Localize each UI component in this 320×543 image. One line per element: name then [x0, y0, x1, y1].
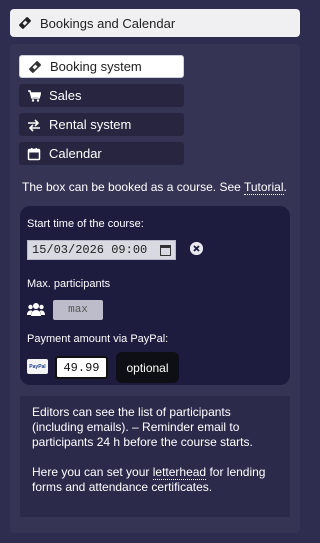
- max-participants-input[interactable]: max: [53, 300, 103, 320]
- max-participants-label: Max. participants: [27, 278, 111, 290]
- info-text: The box can be booked as a course. See T…: [22, 180, 287, 195]
- nav-item-booking-system[interactable]: Booking system: [19, 55, 184, 78]
- booking-panel: Booking system Sales Rental system Calen…: [10, 44, 300, 533]
- paypal-icon: PayPal: [27, 359, 48, 374]
- payment-label: Payment amount via PayPal:: [27, 333, 169, 345]
- start-time-input[interactable]: 15/03/2026 09:00: [27, 240, 176, 260]
- nav-item-label: Calendar: [49, 146, 102, 161]
- participants-note: Editors can see the list of participants…: [20, 396, 290, 517]
- close-icon: [190, 242, 203, 255]
- nav-item-label: Sales: [49, 88, 82, 103]
- cart-icon: [27, 89, 41, 103]
- ticket-icon: [28, 60, 42, 74]
- start-time-label: Start time of the course:: [27, 218, 144, 230]
- clear-date-button[interactable]: [190, 242, 203, 255]
- letterhead-link[interactable]: letterhead: [152, 465, 207, 480]
- header-tab[interactable]: Bookings and Calendar: [10, 9, 300, 37]
- note-paragraph-2: Here you can set your letterhead for len…: [32, 465, 266, 494]
- nav-item-calendar[interactable]: Calendar: [19, 142, 184, 165]
- course-settings-card: Start time of the course: 15/03/2026 09:…: [20, 206, 290, 385]
- nav-item-label: Booking system: [50, 59, 142, 74]
- calendar-icon[interactable]: [160, 244, 171, 256]
- exchange-icon: [27, 118, 41, 132]
- nav-item-sales[interactable]: Sales: [19, 84, 184, 107]
- ticket-icon: [18, 16, 32, 30]
- nav-item-label: Rental system: [49, 117, 132, 132]
- calendar-icon: [27, 147, 41, 161]
- optional-button[interactable]: optional: [116, 352, 179, 383]
- payment-amount-input[interactable]: 49.99: [55, 356, 108, 379]
- nav-item-rental-system[interactable]: Rental system: [19, 113, 184, 136]
- header-title: Bookings and Calendar: [40, 15, 176, 31]
- tutorial-link[interactable]: Tutorial: [243, 180, 284, 195]
- note-paragraph-1: Editors can see the list of participants…: [32, 405, 253, 449]
- users-icon: [27, 302, 45, 318]
